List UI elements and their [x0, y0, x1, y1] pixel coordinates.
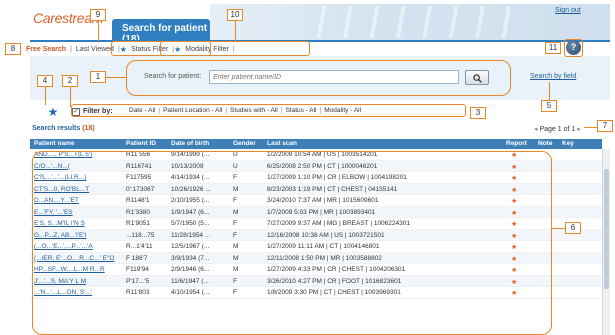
callout-5: 5 — [541, 100, 557, 112]
callout-box-help — [564, 39, 583, 57]
callout-7-leader — [584, 127, 597, 128]
callout-box-filters — [160, 41, 310, 56]
callout-9-leader — [98, 21, 99, 41]
callout-3: 3 — [470, 107, 486, 119]
callout-4-leader — [45, 87, 46, 105]
callout-8: 8 — [5, 43, 21, 55]
callout-7: 7 — [597, 120, 613, 132]
col-report[interactable]: Report — [506, 140, 527, 147]
callout-6: 6 — [565, 222, 581, 234]
header-decoration — [300, 6, 510, 38]
col-patient-id[interactable]: Patient ID — [126, 140, 156, 147]
callout-box-results — [32, 151, 552, 335]
callout-5-leader — [549, 82, 550, 100]
results-table-header: Patient name Patient ID Date of birth Ge… — [30, 139, 602, 149]
callout-1-leader — [106, 77, 126, 78]
callout-2: 2 — [62, 75, 78, 87]
col-note[interactable]: Note — [538, 140, 552, 147]
col-patient-name[interactable]: Patient name — [34, 140, 74, 147]
callout-10: 10 — [227, 9, 243, 21]
page-label: Page 1 of 1 — [539, 126, 576, 133]
callout-1: 1 — [90, 71, 106, 83]
callout-6-leader — [552, 228, 565, 229]
sign-out-link[interactable]: Sign out — [555, 7, 581, 14]
results-scrollbar[interactable] — [602, 149, 610, 335]
col-gender[interactable]: Gender — [233, 140, 256, 147]
callout-box-search — [126, 60, 511, 96]
col-last-scan[interactable]: Last scan — [267, 140, 297, 147]
callout-4: 4 — [37, 75, 53, 87]
page-title-tab[interactable]: Search for patient (18) — [112, 19, 210, 45]
pager: ◂ Page 1 of 1 ▸ — [534, 125, 581, 133]
callout-box-filter-bar — [71, 104, 466, 117]
callout-9: 9 — [90, 9, 106, 21]
results-title: Search results (18) — [32, 125, 95, 132]
callout-2-leader — [70, 87, 71, 107]
prev-page-icon[interactable]: ◂ — [534, 126, 538, 133]
col-date-of-birth[interactable]: Date of birth — [171, 140, 209, 147]
results-count: (18) — [82, 125, 95, 132]
tab-strip: Free Search | Last Viewed | ★ Status Fil… — [22, 42, 607, 56]
favorite-star-icon[interactable]: ★ — [46, 105, 60, 119]
next-page-icon[interactable]: ▸ — [577, 126, 581, 133]
callout-11: 11 — [545, 42, 561, 54]
results-title-label: Search results — [32, 125, 81, 132]
callout-10-leader — [235, 21, 236, 41]
scroll-thumb[interactable] — [604, 169, 609, 289]
search-by-field-link[interactable]: Search by field — [530, 73, 576, 80]
col-key[interactable]: Key — [562, 140, 574, 147]
tab-free-search[interactable]: Free Search — [22, 46, 70, 53]
